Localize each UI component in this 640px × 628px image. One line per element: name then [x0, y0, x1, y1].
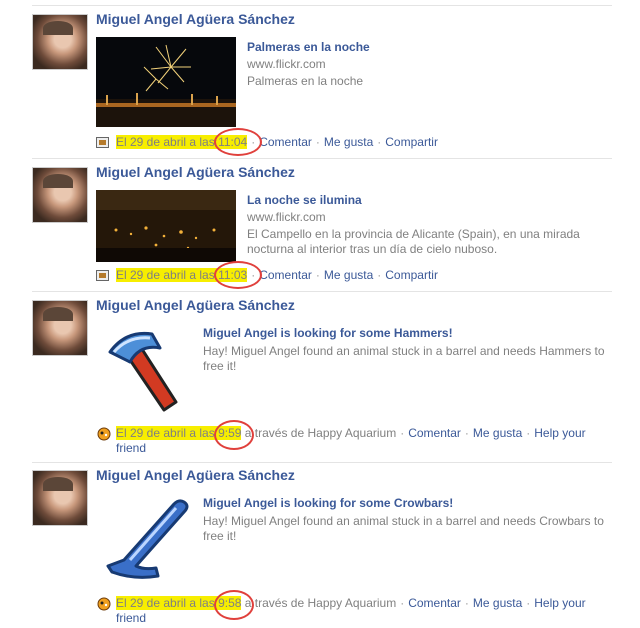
- link-title[interactable]: Miguel Angel is looking for some Hammers…: [203, 326, 453, 340]
- feed-story: Miguel Angel Agüera Sánchez Miguel Angel…: [32, 467, 612, 628]
- link-description: El Campello en la provincia de Alicante …: [247, 227, 580, 256]
- annotation-circle: [214, 128, 262, 156]
- photo-post-icon: [96, 270, 109, 281]
- link-description: Palmeras en la noche: [247, 74, 364, 88]
- date-text: El 29 de abril a las: [116, 596, 215, 610]
- fireworks-image: [96, 37, 236, 127]
- comment-link[interactable]: Comentar: [408, 596, 461, 610]
- via-app-text: a través de Happy Aquarium: [244, 596, 397, 610]
- link-description: Hay! Miguel Angel found an animal stuck …: [203, 514, 604, 543]
- link-domain: www.flickr.com: [247, 57, 326, 71]
- happy-aquarium-icon: [97, 427, 111, 441]
- link-title[interactable]: Palmeras en la noche: [247, 40, 370, 54]
- avatar[interactable]: [32, 14, 88, 70]
- annotation-circle: [214, 590, 254, 620]
- author-name[interactable]: Miguel Angel Agüera Sánchez: [96, 467, 295, 483]
- feed-story: Miguel Angel Agüera Sánchez Palmeras en …: [32, 11, 612, 159]
- date-text: El 29 de abril a las: [116, 426, 215, 440]
- story-meta: El 29 de abril a las 11:04 · Comentar · Me g…: [116, 135, 438, 149]
- link-description: Hay! Miguel Angel found an animal stuck …: [203, 344, 605, 373]
- author-name[interactable]: Miguel Angel Agüera Sánchez: [96, 164, 295, 180]
- photo-post-icon: [96, 137, 109, 148]
- feed-story: Miguel Angel Agüera Sánchez Miguel Angel…: [32, 297, 612, 463]
- avatar[interactable]: [32, 300, 88, 356]
- hammer-icon[interactable]: [96, 324, 196, 418]
- avatar[interactable]: [32, 470, 88, 526]
- like-link[interactable]: Me gusta: [324, 268, 373, 282]
- share-link[interactable]: Compartir: [385, 135, 438, 149]
- story-meta: El 29 de abril a las 9:58 a través de Ha…: [116, 596, 586, 625]
- comment-link[interactable]: Comentar: [259, 268, 312, 282]
- feed-story: Miguel Angel Agüera Sánchez La noche se …: [32, 164, 612, 292]
- story-meta: El 29 de abril a las 11:03 · Comentar · Me g…: [116, 268, 438, 282]
- link-domain: www.flickr.com: [247, 210, 326, 224]
- author-name[interactable]: Miguel Angel Agüera Sánchez: [96, 11, 295, 27]
- annotation-circle: [214, 420, 254, 450]
- author-name[interactable]: Miguel Angel Agüera Sánchez: [96, 297, 295, 313]
- link-thumbnail[interactable]: [96, 190, 236, 262]
- comment-link[interactable]: Comentar: [259, 135, 312, 149]
- like-link[interactable]: Me gusta: [324, 135, 373, 149]
- link-thumbnail[interactable]: [96, 37, 236, 127]
- link-title[interactable]: Miguel Angel is looking for some Crowbar…: [203, 496, 453, 510]
- story-meta: El 29 de abril a las 9:59 a través de Ha…: [116, 426, 586, 455]
- link-title[interactable]: La noche se ilumina: [247, 193, 362, 207]
- divider: [32, 5, 612, 6]
- via-app-text: a través de Happy Aquarium: [244, 426, 397, 440]
- happy-aquarium-icon: [97, 597, 111, 611]
- comment-link[interactable]: Comentar: [408, 426, 461, 440]
- avatar[interactable]: [32, 167, 88, 223]
- share-link[interactable]: Compartir: [385, 268, 438, 282]
- date-text: El 29 de abril a las: [116, 135, 215, 149]
- like-link[interactable]: Me gusta: [473, 426, 522, 440]
- night-city-image: [96, 190, 236, 262]
- date-text: El 29 de abril a las: [116, 268, 215, 282]
- crowbar-icon[interactable]: [104, 496, 194, 582]
- like-link[interactable]: Me gusta: [473, 596, 522, 610]
- annotation-circle: [214, 261, 262, 289]
